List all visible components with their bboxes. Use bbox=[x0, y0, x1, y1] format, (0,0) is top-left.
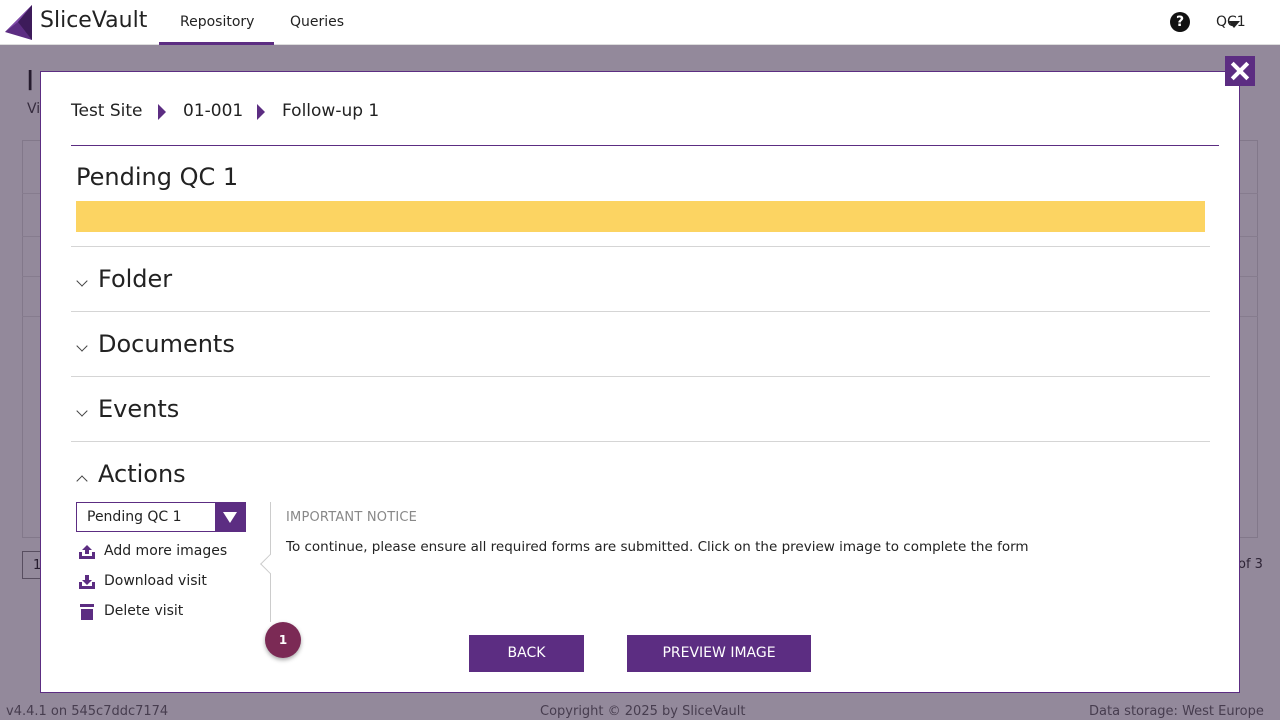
chevron-down-icon bbox=[76, 275, 88, 287]
section-divider bbox=[71, 246, 1210, 247]
top-bar: SliceVault Repository Queries ? QC1 bbox=[0, 0, 1280, 45]
help-icon[interactable]: ? bbox=[1170, 12, 1190, 32]
section-divider bbox=[71, 311, 1210, 312]
status-select[interactable]: Pending QC 1 bbox=[76, 502, 246, 532]
status-select-value: Pending QC 1 bbox=[87, 509, 182, 525]
section-label: Folder bbox=[98, 265, 173, 293]
notification-badge[interactable]: 1 bbox=[265, 622, 301, 658]
dropdown-arrow-icon[interactable] bbox=[215, 503, 245, 531]
chevron-up-icon bbox=[76, 475, 88, 487]
visit-modal: Test Site 01-001 Follow-up 1 Pending QC … bbox=[40, 71, 1240, 693]
section-divider bbox=[71, 441, 1210, 442]
section-documents[interactable]: Documents bbox=[76, 330, 476, 370]
add-more-images-action[interactable]: Add more images bbox=[78, 543, 258, 563]
breadcrumb-subject[interactable]: 01-001 bbox=[183, 101, 243, 121]
tab-queries[interactable]: Queries bbox=[290, 14, 344, 30]
section-folder[interactable]: Folder bbox=[76, 265, 476, 305]
breadcrumb-site[interactable]: Test Site bbox=[71, 101, 143, 121]
close-icon[interactable] bbox=[1225, 56, 1255, 86]
caret-down-icon[interactable] bbox=[1228, 21, 1240, 28]
chevron-down-icon bbox=[76, 405, 88, 417]
tab-repository[interactable]: Repository bbox=[158, 14, 276, 45]
breadcrumb-arrow-icon bbox=[257, 104, 265, 120]
section-divider bbox=[71, 376, 1210, 377]
breadcrumb-arrow-icon bbox=[158, 104, 166, 120]
upload-icon bbox=[79, 545, 95, 559]
notice-title: IMPORTANT NOTICE bbox=[286, 510, 418, 525]
breadcrumb-visit: Follow-up 1 bbox=[282, 101, 380, 121]
app-name[interactable]: SliceVault bbox=[40, 8, 147, 33]
action-label: Add more images bbox=[104, 543, 228, 559]
status-title: Pending QC 1 bbox=[76, 163, 239, 191]
breadcrumb-divider bbox=[71, 145, 1219, 146]
status-bar bbox=[76, 201, 1205, 232]
download-visit-action[interactable]: Download visit bbox=[78, 573, 258, 593]
delete-visit-action[interactable]: Delete visit bbox=[78, 603, 258, 623]
section-actions[interactable]: Actions bbox=[76, 460, 476, 500]
section-label: Actions bbox=[98, 460, 186, 488]
divider-notch bbox=[260, 554, 280, 574]
action-label: Delete visit bbox=[104, 603, 184, 619]
chevron-down-icon bbox=[76, 340, 88, 352]
notice-text: To continue, please ensure all required … bbox=[286, 539, 1029, 555]
slicevault-logo[interactable] bbox=[4, 4, 36, 42]
preview-image-button[interactable]: PREVIEW IMAGE bbox=[627, 635, 811, 672]
section-label: Events bbox=[98, 395, 180, 423]
trash-icon bbox=[80, 604, 94, 620]
section-label: Documents bbox=[98, 330, 235, 358]
download-icon bbox=[79, 575, 95, 589]
section-events[interactable]: Events bbox=[76, 395, 476, 435]
back-button[interactable]: BACK bbox=[469, 635, 584, 672]
action-label: Download visit bbox=[104, 573, 207, 589]
